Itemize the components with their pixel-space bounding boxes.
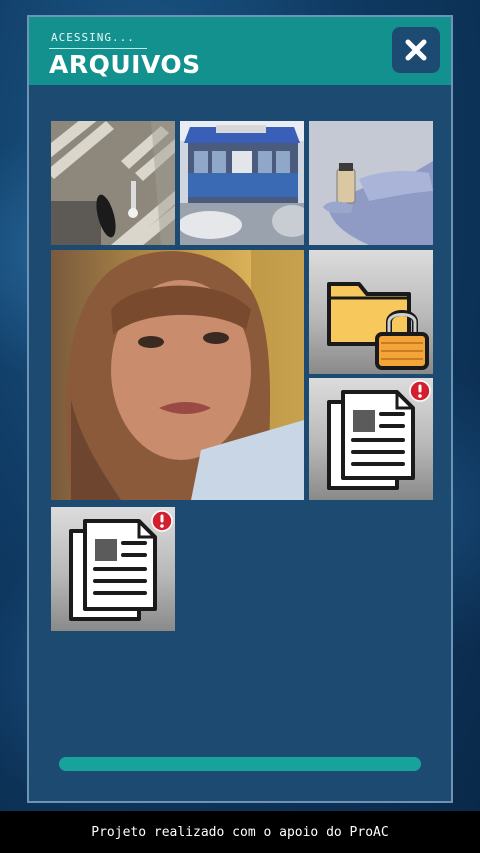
- file-document[interactable]: [51, 507, 175, 631]
- alert-badge-icon: [409, 380, 431, 402]
- locked-folder-icon: [327, 282, 429, 370]
- header-divider: [49, 48, 147, 49]
- file-photo-building[interactable]: [180, 121, 304, 245]
- file-photo-vial[interactable]: [309, 121, 433, 245]
- header-subtitle: ACESSING...: [51, 31, 135, 44]
- window-header: ACESSING... ARQUIVOS: [29, 17, 451, 85]
- alert-badge-icon: [151, 510, 173, 532]
- file-photo-girl[interactable]: [51, 250, 304, 500]
- file-document[interactable]: [309, 378, 433, 500]
- file-photo-crosswalk[interactable]: [51, 121, 175, 245]
- portrait-image: [51, 250, 304, 500]
- footer-text: Projeto realizado com o apoio do ProAC: [91, 824, 389, 840]
- file-locked-folder[interactable]: [309, 250, 433, 374]
- close-button[interactable]: [392, 27, 440, 73]
- crosswalk-image: [51, 121, 175, 245]
- progress-bar: [59, 757, 421, 771]
- files-window: ACESSING... ARQUIVOS: [27, 15, 453, 803]
- building-image: [180, 121, 304, 245]
- vial-image: [309, 121, 433, 245]
- footer-bar: Projeto realizado com o apoio do ProAC: [0, 811, 480, 853]
- progress-fill: [59, 757, 421, 771]
- header-title: ARQUIVOS: [49, 50, 201, 79]
- close-icon: [405, 39, 427, 61]
